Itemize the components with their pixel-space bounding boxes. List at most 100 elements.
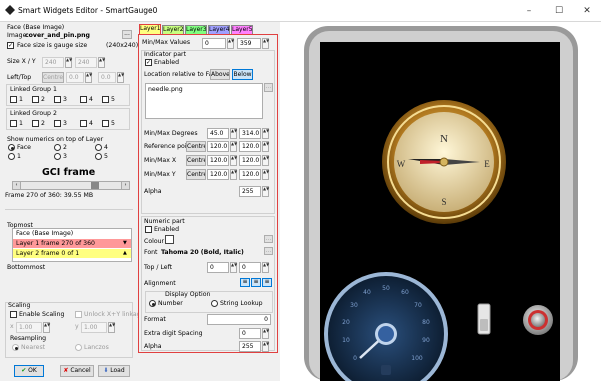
align-center-button[interactable]: ≡ — [251, 278, 261, 287]
unlock-checkbox[interactable] — [75, 311, 82, 318]
cancel-button[interactable]: ✘ Cancel — [60, 365, 94, 377]
size-x-input[interactable]: 240 — [42, 57, 64, 68]
centre-button-face[interactable]: Centre — [42, 72, 64, 83]
mx-min-spinner[interactable]: ▲▼ — [230, 155, 237, 166]
deg-min-spinner[interactable]: ▲▼ — [230, 128, 237, 139]
max-value-spinner[interactable]: ▲▼ — [262, 38, 269, 49]
extra-digit-input[interactable]: 0 — [239, 328, 261, 339]
frame-slider-thumb[interactable] — [91, 182, 99, 189]
lg2-check-3[interactable] — [54, 120, 61, 127]
number-radio[interactable] — [149, 300, 156, 307]
indicator-file-name[interactable]: needle.png — [148, 86, 183, 93]
tab-layer5[interactable]: Layer5 — [231, 25, 253, 34]
radio-3[interactable] — [54, 153, 61, 160]
centre-button-ref[interactable]: Centre — [186, 141, 206, 152]
browse-indicator-button[interactable]: ... — [264, 83, 273, 92]
radio-face[interactable] — [8, 144, 15, 151]
centre-button-y[interactable]: Centre — [186, 169, 206, 180]
size-y-input[interactable]: 240 — [75, 57, 97, 68]
mx-max-input[interactable]: 120.0 — [239, 155, 261, 166]
tab-layer2[interactable]: Layer2 — [162, 25, 184, 34]
align-right-button[interactable]: ≡ — [262, 278, 272, 287]
size-y-spinner[interactable]: ▲▼ — [98, 57, 105, 68]
face-size-checkbox[interactable]: ✓ — [7, 42, 14, 49]
below-button[interactable]: Below — [232, 69, 253, 80]
my-max-input[interactable]: 120.0 — [239, 169, 261, 180]
align-left-button[interactable]: ≡ — [240, 278, 250, 287]
top-spinner[interactable]: ▲▼ — [117, 72, 124, 83]
tab-layer4[interactable]: Layer4 — [208, 25, 230, 34]
colour-browse-button[interactable]: ... — [264, 235, 273, 243]
nearest-radio[interactable] — [12, 344, 19, 351]
ok-button[interactable]: ✔ OK — [14, 365, 44, 377]
num-left-spinner[interactable]: ▲▼ — [262, 262, 269, 273]
lg1-check-2[interactable] — [32, 96, 39, 103]
deg-max-input[interactable]: 314.0 — [239, 128, 261, 139]
indicator-file-list[interactable]: needle.png — [145, 83, 263, 119]
string-lookup-radio[interactable] — [211, 300, 218, 307]
radio-2[interactable] — [54, 144, 61, 151]
alpha-spinner[interactable]: ▲▼ — [262, 186, 269, 197]
extra-digit-spinner[interactable]: ▲▼ — [262, 328, 269, 339]
scale-x-spinner[interactable]: ▲▼ — [43, 322, 50, 333]
mx-max-spinner[interactable]: ▲▼ — [262, 155, 269, 166]
colour-swatch[interactable] — [165, 235, 174, 244]
lg2-check-1[interactable] — [10, 120, 17, 127]
alpha-input[interactable]: 255 — [239, 186, 261, 197]
radio-1[interactable] — [8, 153, 15, 160]
num-top-input[interactable]: 0 — [207, 262, 229, 273]
lg1-check-1[interactable] — [10, 96, 17, 103]
lg2-check-4[interactable] — [80, 120, 87, 127]
lg1-check-4[interactable] — [80, 96, 87, 103]
tab-layer1[interactable]: Layer1 — [139, 24, 161, 34]
my-min-spinner[interactable]: ▲▼ — [230, 169, 237, 180]
top-value-input[interactable]: 0.0 — [98, 72, 116, 83]
load-button[interactable]: ⬇ Load — [98, 365, 130, 377]
browse-image-button[interactable]: ... — [122, 30, 132, 39]
enable-scaling-checkbox[interactable] — [10, 311, 17, 318]
min-value-spinner[interactable]: ▲▼ — [227, 38, 234, 49]
num-left-input[interactable]: 0 — [239, 262, 261, 273]
layer-list-item-2[interactable]: Layer 2 frame 0 of 1 ▲ — [13, 249, 131, 258]
scale-x-input[interactable]: 1.00 — [16, 322, 42, 333]
ref-x-input[interactable]: 120.0 — [207, 141, 229, 152]
close-button[interactable]: ✕ — [580, 4, 594, 18]
my-max-spinner[interactable]: ▲▼ — [262, 169, 269, 180]
lanczos-radio[interactable] — [75, 344, 82, 351]
ref-y-spinner[interactable]: ▲▼ — [262, 141, 269, 152]
layer-order-list[interactable]: Face (Base Image) Layer 1 frame 270 of 3… — [12, 228, 132, 262]
size-x-spinner[interactable]: ▲▼ — [65, 57, 72, 68]
lg2-check-5[interactable] — [102, 120, 109, 127]
minimize-button[interactable]: – — [522, 4, 536, 18]
ref-y-input[interactable]: 120.0 — [239, 141, 261, 152]
mx-min-input[interactable]: 120.0 — [207, 155, 229, 166]
left-spinner[interactable]: ▲▼ — [85, 72, 92, 83]
lg1-check-3[interactable] — [54, 96, 61, 103]
left-value-input[interactable]: 0.0 — [66, 72, 84, 83]
lg1-check-5[interactable] — [102, 96, 109, 103]
max-value-input[interactable]: 359 — [237, 38, 261, 49]
deg-max-spinner[interactable]: ▲▼ — [262, 128, 269, 139]
above-button[interactable]: Above — [210, 69, 230, 80]
scale-y-spinner[interactable]: ▲▼ — [108, 322, 115, 333]
my-min-input[interactable]: 120.0 — [207, 169, 229, 180]
maximize-button[interactable]: ☐ — [552, 4, 566, 18]
format-input[interactable]: 0 — [207, 314, 271, 325]
scale-y-input[interactable]: 1.00 — [81, 322, 107, 333]
centre-button-x[interactable]: Centre — [186, 155, 206, 166]
tab-layer3[interactable]: Layer3 — [185, 25, 207, 34]
num-top-spinner[interactable]: ▲▼ — [230, 262, 237, 273]
min-value-input[interactable]: 0 — [202, 38, 226, 49]
lg2-check-2[interactable] — [32, 120, 39, 127]
layer-list-item-1[interactable]: Layer 1 frame 270 of 360 ▼ — [13, 239, 131, 248]
alpha2-spinner[interactable]: ▲▼ — [262, 341, 269, 352]
layer-list-item-face[interactable]: Face (Base Image) — [16, 230, 73, 237]
frame-slider[interactable]: ‹ › — [12, 181, 130, 190]
indicator-enabled-checkbox[interactable]: ✓ — [145, 59, 152, 66]
ref-x-spinner[interactable]: ▲▼ — [230, 141, 237, 152]
font-browse-button[interactable]: ... — [264, 247, 273, 255]
deg-min-input[interactable]: 45.0 — [207, 128, 229, 139]
alpha2-input[interactable]: 255 — [239, 341, 261, 352]
radio-5[interactable] — [95, 153, 102, 160]
numeric-enabled-checkbox[interactable] — [145, 226, 152, 233]
